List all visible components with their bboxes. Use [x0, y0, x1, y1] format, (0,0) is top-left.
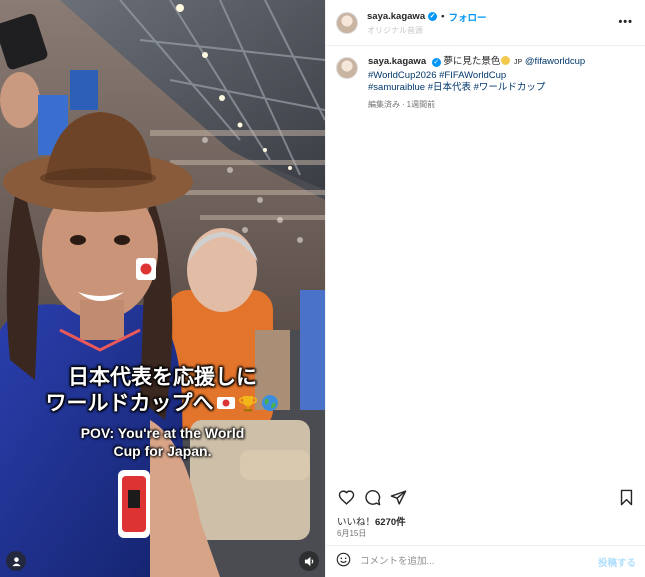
verified-icon: ✓ — [428, 12, 438, 21]
caption-overlay-line-2: ワールドカップへ — [0, 390, 325, 417]
mention-link[interactable]: @fifaworldcup — [525, 56, 585, 67]
comment-composer: 投稿する — [326, 545, 645, 577]
post-video[interactable]: 日本代表を応援しに ワールドカップへ POV: You're at the Wo… — [0, 0, 325, 577]
caption-body: saya.kagawa ✓ 夢に見た景色 JP @fifaworldcup #W… — [368, 56, 628, 111]
crying-face-icon — [501, 56, 511, 65]
caption-line-3: #samuraiblue #日本代表 #ワールドカップ — [368, 82, 628, 95]
comment-input[interactable] — [360, 556, 580, 567]
header-separator: • — [441, 11, 445, 22]
globe-icon — [261, 395, 278, 411]
japan-flag-icon — [216, 397, 235, 409]
stadium-scene-image — [0, 0, 325, 577]
more-options-button[interactable]: ••• — [618, 16, 633, 28]
post-caption: saya.kagawa ✓ 夢に見た景色 JP @fifaworldcup #W… — [326, 46, 645, 111]
mute-button[interactable] — [299, 551, 319, 571]
post-side-panel: saya.kagawa ✓ • フォロー オリジナル音源 ••• saya.ka… — [325, 0, 645, 577]
likes-count[interactable]: いいね！6270件 — [337, 514, 406, 528]
bookmark-icon — [620, 489, 632, 505]
caption-line-1: saya.kagawa ✓ 夢に見た景色 JP @fifaworldcup — [368, 56, 628, 70]
caption-overlay-english-line-2: Cup for Japan. — [113, 443, 212, 459]
emoji-icon — [336, 552, 351, 566]
time-ago[interactable]: 1週間前 — [407, 100, 435, 109]
caption-suffix: JP — [514, 59, 523, 66]
audio-link[interactable]: オリジナル音源 — [367, 25, 486, 35]
mute-icon — [304, 556, 313, 566]
verified-icon: ✓ — [431, 58, 441, 67]
post-header: saya.kagawa ✓ • フォロー オリジナル音源 ••• — [326, 0, 645, 46]
caption-text: 夢に見た景色 — [443, 56, 501, 67]
save-button[interactable] — [616, 487, 636, 507]
share-button[interactable] — [388, 487, 408, 507]
hashtag-link[interactable]: #FIFAWorldCup — [439, 70, 506, 81]
action-bar — [326, 484, 645, 510]
caption-overlay-line-1: 日本代表を応援しに — [68, 366, 257, 389]
caption-line-2: #WorldCup2026 #FIFAWorldCup — [368, 70, 628, 83]
header-username[interactable]: saya.kagawa — [367, 11, 425, 22]
hashtag-link[interactable]: #日本代表 — [428, 82, 471, 93]
header-user-line: saya.kagawa ✓ • フォロー — [367, 10, 486, 24]
share-icon — [390, 489, 406, 505]
more-icon: ••• — [618, 16, 633, 28]
caption-avatar[interactable] — [336, 57, 358, 79]
meta-separator: · — [402, 99, 405, 109]
caption-meta: 編集済み · 1週間前 — [368, 99, 628, 112]
post-date[interactable]: 6月15日 — [337, 528, 366, 539]
heart-icon — [338, 489, 354, 505]
hashtag-link[interactable]: #WorldCup2026 — [368, 70, 436, 81]
follow-button[interactable]: フォロー — [448, 10, 486, 24]
header-text: saya.kagawa ✓ • フォロー オリジナル音源 — [367, 11, 486, 35]
caption-overlay-line-2-text: ワールドカップへ — [45, 392, 214, 415]
caption-username[interactable]: saya.kagawa — [368, 56, 426, 67]
instagram-post-view: 日本代表を応援しに ワールドカップへ POV: You're at the Wo… — [0, 0, 645, 577]
trophy-icon — [238, 396, 257, 412]
user-tag-icon — [11, 556, 21, 566]
caption-overlay-english-line-1: POV: You're at the World — [80, 425, 245, 441]
avatar[interactable] — [336, 11, 358, 34]
user-tag-button[interactable] — [6, 551, 26, 571]
caption-overlay-english: POV: You're at the World Cup for Japan. — [0, 424, 325, 460]
likes-number: 6270件 — [375, 517, 406, 528]
hashtag-link[interactable]: #samuraiblue — [368, 82, 425, 93]
comment-button[interactable] — [362, 487, 382, 507]
comment-icon — [364, 489, 380, 505]
hashtag-link[interactable]: #ワールドカップ — [474, 82, 546, 93]
emoji-button[interactable] — [336, 552, 351, 572]
like-button[interactable] — [336, 487, 356, 507]
post-comment-button[interactable]: 投稿する — [598, 555, 636, 569]
likes-prefix: いいね！ — [337, 517, 376, 528]
edited-label: 編集済み — [368, 99, 400, 109]
